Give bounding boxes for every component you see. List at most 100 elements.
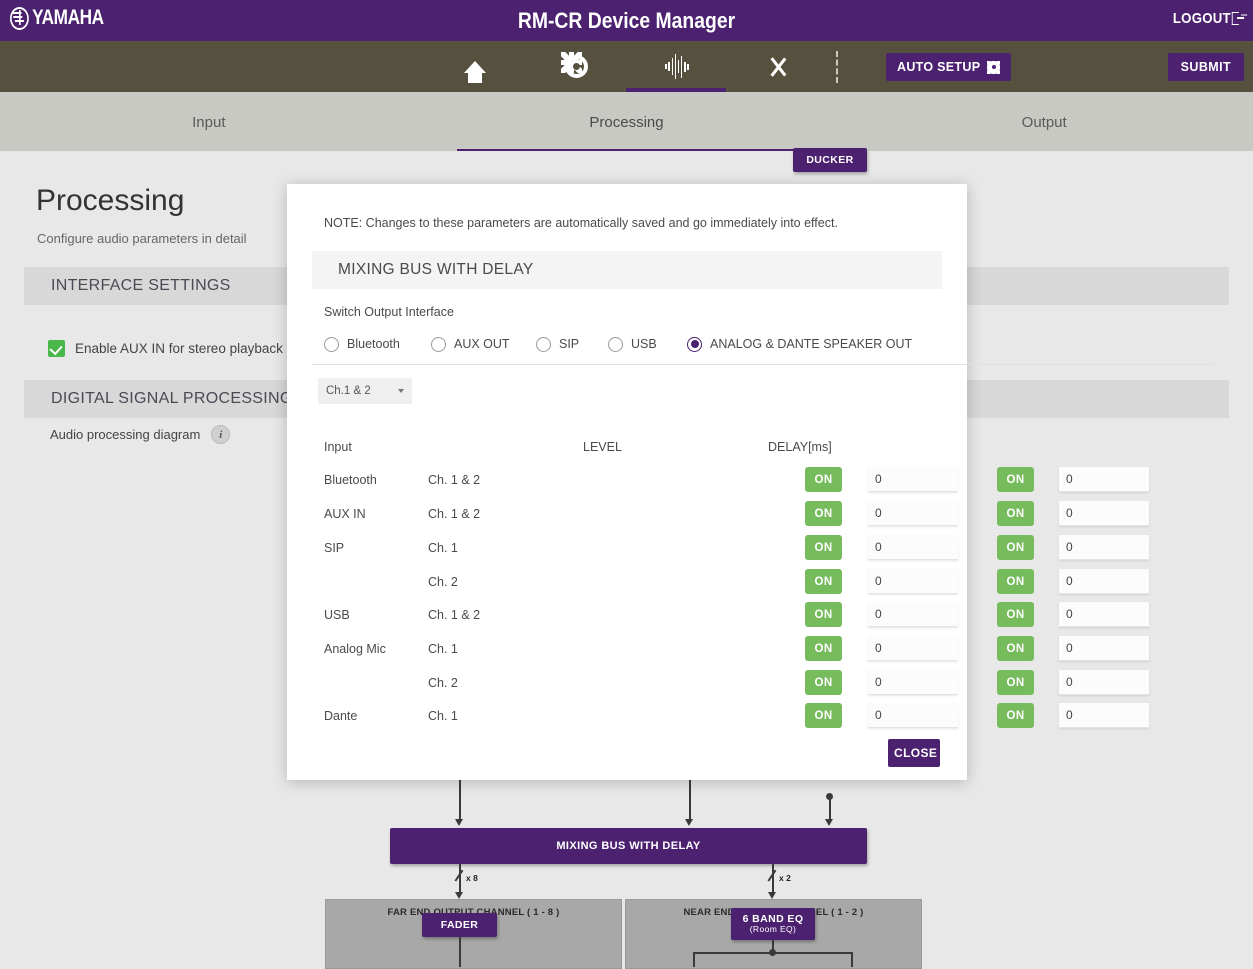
row-channel: Ch. 2 bbox=[428, 574, 458, 589]
level-on-toggle[interactable]: ON bbox=[805, 501, 842, 527]
diagram-junction-dot bbox=[826, 793, 833, 800]
row-channel: Ch. 2 bbox=[428, 675, 458, 690]
level-input[interactable] bbox=[868, 703, 958, 729]
radio-unchecked-icon[interactable] bbox=[431, 336, 446, 352]
level-on-toggle[interactable]: ON bbox=[805, 703, 842, 729]
checkbox-checked-icon[interactable] bbox=[48, 340, 65, 357]
nav-audio-button[interactable] bbox=[657, 47, 697, 87]
row-input-name: Dante bbox=[324, 708, 358, 723]
table-row: AUX IN Ch. 1 & 2 ON ON bbox=[287, 497, 1149, 531]
modal-note: NOTE: Changes to these parameters are au… bbox=[324, 216, 838, 230]
diagram-connector bbox=[851, 952, 853, 967]
radio-checked-icon[interactable] bbox=[687, 336, 702, 352]
level-input[interactable] bbox=[868, 501, 958, 527]
delay-input[interactable] bbox=[1059, 703, 1149, 729]
level-input[interactable] bbox=[868, 602, 958, 628]
row-channel: Ch. 1 bbox=[428, 708, 458, 723]
audio-processing-diagram-label: Audio processing diagram bbox=[50, 427, 201, 442]
radio-aux-out[interactable]: AUX OUT bbox=[431, 336, 536, 352]
column-header-level: LEVEL bbox=[583, 440, 622, 454]
level-on-toggle[interactable]: ON bbox=[805, 636, 842, 662]
tools-icon bbox=[767, 56, 789, 78]
gear-icon bbox=[561, 51, 588, 78]
column-header-delay: DELAY[ms] bbox=[768, 440, 832, 454]
mixing-bus-label: MIXING BUS WITH DELAY bbox=[556, 840, 701, 852]
row-channel: Ch. 1 bbox=[428, 540, 458, 555]
gear-icon bbox=[987, 60, 1001, 74]
delay-on-toggle[interactable]: ON bbox=[997, 467, 1034, 493]
level-on-toggle[interactable]: ON bbox=[805, 535, 842, 561]
radio-usb[interactable]: USB bbox=[608, 336, 687, 352]
delay-on-toggle[interactable]: ON bbox=[997, 569, 1034, 595]
delay-input[interactable] bbox=[1059, 569, 1149, 595]
tab-list: Input Processing Output bbox=[0, 114, 1253, 145]
channel-select-dropdown[interactable]: Ch.1 & 2 bbox=[318, 378, 412, 404]
nav-home-button[interactable] bbox=[455, 47, 495, 87]
audio-processing-diagram-row: Audio processing diagram i bbox=[50, 425, 231, 444]
diagram-arrowhead bbox=[768, 892, 776, 899]
delay-on-toggle[interactable]: ON bbox=[997, 535, 1034, 561]
delay-input[interactable] bbox=[1059, 670, 1149, 696]
level-input[interactable] bbox=[868, 569, 958, 595]
info-icon[interactable]: i bbox=[211, 425, 231, 444]
fader-label: FADER bbox=[440, 919, 479, 931]
diagram-x8-label: x 8 bbox=[466, 873, 478, 883]
radio-sip[interactable]: SIP bbox=[536, 336, 608, 352]
level-input[interactable] bbox=[868, 636, 958, 662]
submit-button[interactable]: SUBMIT bbox=[1167, 53, 1244, 81]
enable-aux-in-label: Enable AUX IN for stereo playback bbox=[75, 341, 283, 356]
diagram-connector bbox=[459, 864, 461, 894]
diagram-fader-block[interactable]: FADER bbox=[422, 913, 497, 937]
chevron-down-icon bbox=[398, 389, 404, 393]
enable-aux-in-row[interactable]: Enable AUX IN for stereo playback bbox=[48, 340, 283, 357]
level-on-toggle[interactable]: ON bbox=[805, 467, 842, 493]
yamaha-tuning-fork-icon bbox=[10, 6, 29, 30]
level-on-toggle[interactable]: ON bbox=[805, 670, 842, 696]
level-input[interactable] bbox=[868, 670, 958, 696]
auto-setup-button[interactable]: AUTO SETUP bbox=[886, 53, 1012, 81]
logout-label: LOGOUT bbox=[1172, 10, 1231, 27]
radio-usb-label: USB bbox=[631, 337, 657, 351]
delay-input[interactable] bbox=[1059, 501, 1149, 527]
row-input-name: USB bbox=[324, 607, 350, 622]
eq-sub-label: (Room EQ) bbox=[749, 924, 797, 935]
nav-settings-button[interactable] bbox=[556, 47, 596, 87]
row-input-name: AUX IN bbox=[324, 506, 366, 521]
radio-analog-dante-speaker-out[interactable]: ANALOG & DANTE SPEAKER OUT bbox=[687, 336, 912, 352]
delay-on-toggle[interactable]: ON bbox=[997, 670, 1034, 696]
row-channel: Ch. 1 bbox=[428, 641, 458, 656]
radio-bluetooth[interactable]: Bluetooth bbox=[324, 336, 431, 352]
delay-input[interactable] bbox=[1059, 636, 1149, 662]
modal-divider bbox=[312, 364, 1214, 365]
radio-unchecked-icon[interactable] bbox=[324, 336, 339, 352]
diagram-6band-eq-block[interactable]: 6 BAND EQ (Room EQ) bbox=[731, 908, 815, 940]
delay-input[interactable] bbox=[1059, 535, 1149, 561]
level-on-toggle[interactable]: ON bbox=[805, 569, 842, 595]
delay-input[interactable] bbox=[1059, 602, 1149, 628]
tab-output[interactable]: Output bbox=[835, 114, 1253, 145]
tab-strip: Input Processing Output bbox=[0, 92, 1253, 152]
delay-on-toggle[interactable]: ON bbox=[997, 703, 1034, 729]
level-on-toggle[interactable]: ON bbox=[805, 602, 842, 628]
logout-button[interactable]: LOGOUT bbox=[1173, 10, 1245, 27]
close-button[interactable]: CLOSE bbox=[888, 739, 940, 767]
delay-on-toggle[interactable]: ON bbox=[997, 501, 1034, 527]
level-input[interactable] bbox=[868, 467, 958, 493]
diagram-mixing-bus-block[interactable]: MIXING BUS WITH DELAY bbox=[390, 828, 867, 864]
logout-icon bbox=[1231, 12, 1245, 25]
nav-tools-button[interactable] bbox=[758, 47, 798, 87]
tab-input[interactable]: Input bbox=[0, 114, 418, 145]
diagram-ducker-block[interactable]: DUCKER bbox=[793, 148, 867, 172]
row-input-name: Analog Mic bbox=[324, 641, 386, 656]
delay-input[interactable] bbox=[1059, 467, 1149, 493]
table-row: USB Ch. 1 & 2 ON ON bbox=[287, 598, 1149, 632]
level-input[interactable] bbox=[868, 535, 958, 561]
row-input-name: Bluetooth bbox=[324, 472, 377, 487]
output-interface-radio-group: Bluetooth AUX OUT SIP USB ANALOG & DANTE… bbox=[324, 331, 934, 357]
radio-unchecked-icon[interactable] bbox=[536, 336, 551, 352]
row-input-name: SIP bbox=[324, 540, 345, 555]
radio-unchecked-icon[interactable] bbox=[608, 336, 623, 352]
tab-processing[interactable]: Processing bbox=[418, 114, 836, 145]
delay-on-toggle[interactable]: ON bbox=[997, 602, 1034, 628]
delay-on-toggle[interactable]: ON bbox=[997, 636, 1034, 662]
